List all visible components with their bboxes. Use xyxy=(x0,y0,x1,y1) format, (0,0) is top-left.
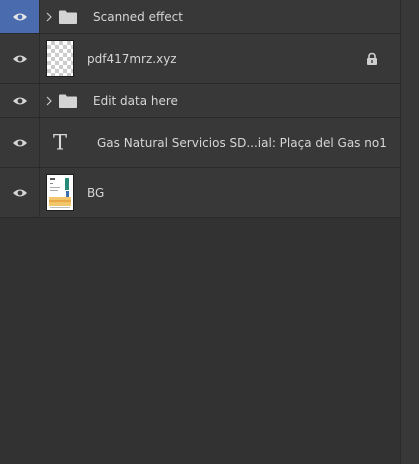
eye-icon xyxy=(12,55,27,62)
chevron-right-icon[interactable] xyxy=(46,96,52,106)
folder-icon xyxy=(59,94,77,108)
layer-thumbnail xyxy=(46,40,74,77)
layer-row-text[interactable]: T Gas Natural Servicios SD...ial: Plaça … xyxy=(0,118,400,168)
layer-row-bg[interactable]: BG xyxy=(0,168,400,218)
eye-icon xyxy=(12,139,27,146)
chevron-right-icon[interactable] xyxy=(46,12,52,22)
layer-name: Edit data here xyxy=(93,93,178,108)
eye-icon xyxy=(12,189,27,196)
panel-scroll-gutter[interactable] xyxy=(401,0,419,464)
layer-name: Gas Natural Servicios SD...ial: Plaça de… xyxy=(97,135,387,150)
layer-name: BG xyxy=(87,185,105,200)
layers-empty-area[interactable] xyxy=(0,218,400,464)
eye-icon xyxy=(12,97,27,104)
visibility-toggle[interactable] xyxy=(0,84,40,117)
layer-row-edit-data-here[interactable]: Edit data here xyxy=(0,84,400,118)
layer-row-scanned-effect[interactable]: Scanned effect xyxy=(0,0,400,34)
eye-icon xyxy=(12,13,27,20)
layer-name: Scanned effect xyxy=(93,9,183,24)
layer-thumbnail xyxy=(46,174,74,211)
layer-row-pdf417mrz[interactable]: pdf417mrz.xyz xyxy=(0,34,400,84)
type-t-icon: T xyxy=(53,130,68,154)
layer-name: pdf417mrz.xyz xyxy=(87,51,177,66)
document-thumbnail-image xyxy=(47,175,73,210)
layers-panel: Scanned effect pdf417mrz.xyz Edit data h… xyxy=(0,0,401,464)
visibility-toggle[interactable] xyxy=(0,168,40,217)
visibility-toggle[interactable] xyxy=(0,0,40,33)
folder-icon xyxy=(59,10,77,24)
lock-icon[interactable] xyxy=(366,52,378,65)
visibility-toggle[interactable] xyxy=(0,118,40,167)
visibility-toggle[interactable] xyxy=(0,34,40,83)
